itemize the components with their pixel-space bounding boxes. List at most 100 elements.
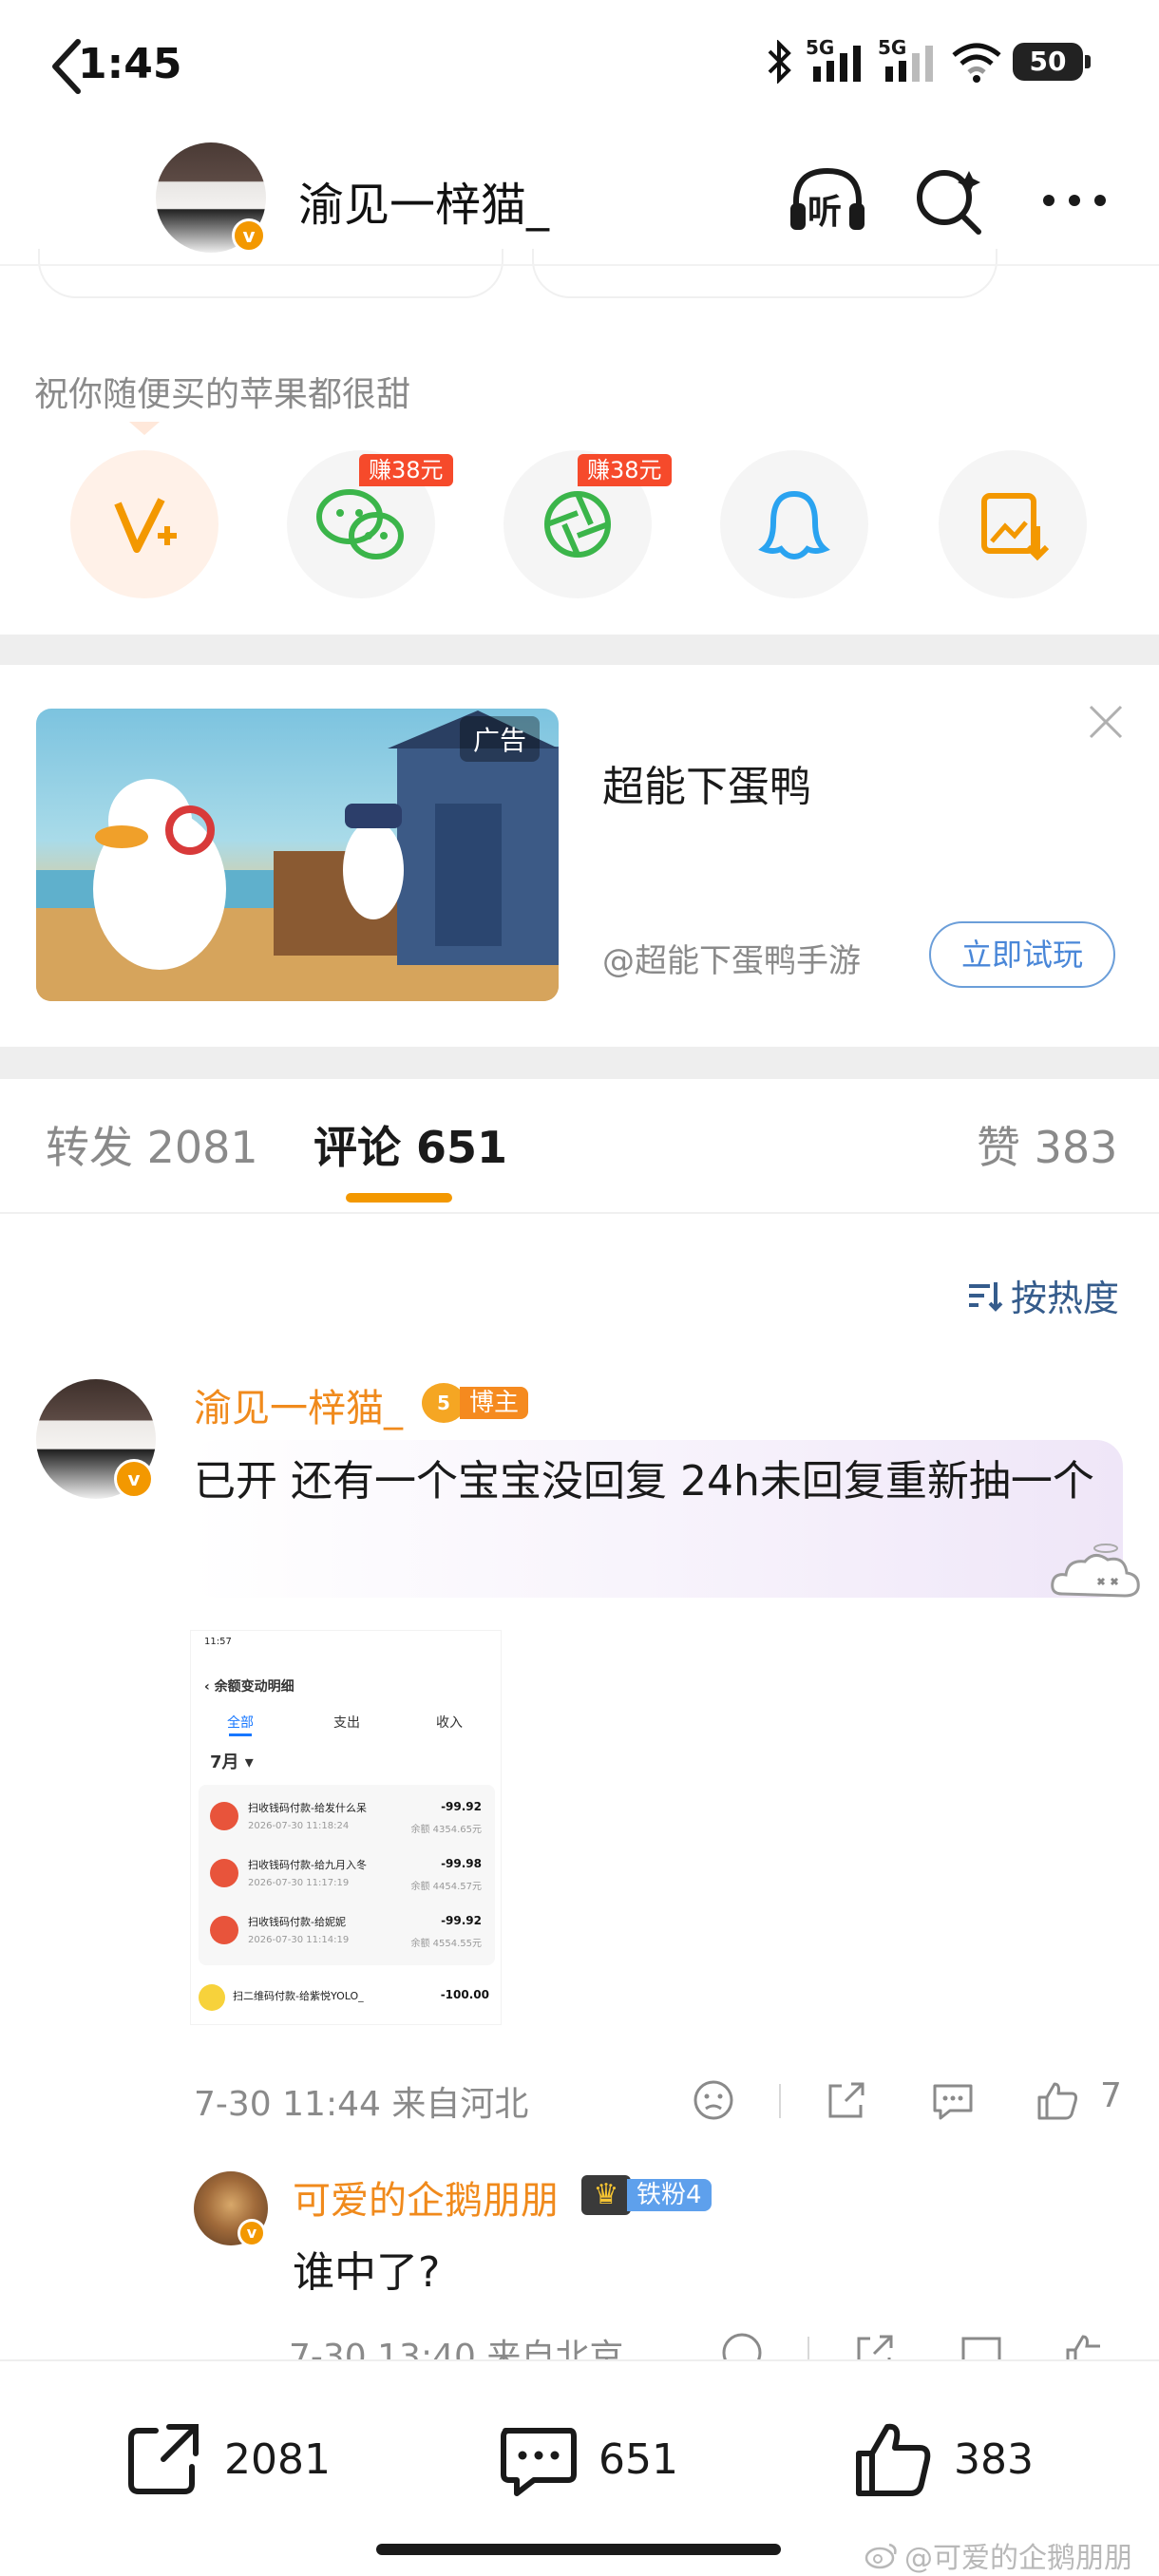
shot-row-date: 2026-07-30 11:14:19	[248, 1935, 350, 1945]
comment-author[interactable]: 渝见一梓猫_	[194, 1377, 403, 1432]
tab-likes[interactable]: 赞 383	[977, 1113, 1117, 1176]
shot-tab-indicator	[229, 1733, 252, 1736]
wechat-reward-tag: 赚38元	[359, 454, 453, 486]
reply-icon[interactable]	[929, 2076, 977, 2124]
shot-month-label: 7月	[210, 1752, 239, 1772]
tab-repost-count: 2081	[146, 1122, 258, 1173]
bottom-comment-button[interactable]: 651	[496, 2416, 678, 2502]
reply-dislike-face-icon[interactable]	[718, 2329, 766, 2359]
shot-row-title: 扫收钱码付款-给妮妮	[248, 1916, 346, 1928]
shot-row-last: 扫二维码付款-给紫悦YOLO_ -100.00	[191, 1973, 501, 2020]
verified-badge-icon: v	[232, 218, 266, 253]
weibo-logo-icon	[864, 2543, 897, 2569]
reply-author[interactable]: 可爱的企鹅朋朋	[293, 2169, 559, 2225]
watermark-text: @可爱的企鹅朋朋	[904, 2542, 1132, 2575]
wifi-icon	[952, 43, 1001, 83]
payment-icon	[210, 1859, 238, 1887]
coin-icon	[199, 1984, 225, 2011]
listen-button[interactable]: 听	[785, 158, 870, 243]
share-save-image-button[interactable]	[939, 450, 1087, 598]
shot-row: 扫收钱码付款-给九月入冬 2026-07-30 11:17:19 -99.98 …	[199, 1846, 495, 1903]
fan-badge-label: 铁粉4	[627, 2179, 712, 2211]
tab-comments-label: 评论	[314, 1122, 401, 1173]
shot-status-time: 11:57	[204, 1637, 232, 1647]
share-icon[interactable]	[823, 2076, 870, 2124]
back-arrow-icon[interactable]	[36, 28, 103, 104]
tab-comments-count: 651	[416, 1122, 508, 1173]
ad-tag: 广告	[459, 716, 540, 762]
reply-meta: 7-30 13:40 来自北京	[289, 2338, 624, 2359]
ad-title[interactable]: 超能下蛋鸭	[602, 752, 811, 813]
comment-image[interactable]: 11:57 ‹ 余额变动明细 全部 支出 收入 7月 ▾ 扫收钱码付款-给发什么…	[190, 1630, 502, 2025]
shot-transaction-list: 扫收钱码付款-给发什么呆 2026-07-30 11:18:24 -99.92 …	[199, 1785, 495, 1965]
share-message: 祝你随便买的苹果都很甜	[34, 375, 411, 414]
tabs-divider	[0, 1212, 1159, 1214]
shot-row-date: 2026-07-30 11:18:24	[248, 1821, 350, 1831]
shot-header: ‹ 余额变动明细	[204, 1679, 294, 1695]
tooltip-arrow	[129, 422, 160, 435]
section-separator-2	[0, 1047, 1159, 1079]
bottom-repost-button[interactable]: 2081	[122, 2416, 331, 2502]
save-image-icon	[981, 493, 1050, 561]
share-vplus-button[interactable]	[70, 450, 218, 598]
shot-row: 扫收钱码付款-给发什么呆 2026-07-30 11:18:24 -99.92 …	[199, 1789, 495, 1846]
bottom-repost-count: 2081	[224, 2434, 331, 2484]
shot-row: 扫收钱码付款-给妮妮 2026-07-30 11:14:19 -99.92 余额…	[199, 1903, 495, 1960]
scrolled-pill-left	[38, 249, 504, 298]
status-icons: 5G 5G 50	[764, 36, 1091, 85]
comment-text[interactable]: 已开 还有一个宝宝没回复 24h未回复重新抽一个	[194, 1448, 1115, 1516]
ad-image[interactable]: 广告	[36, 709, 559, 1001]
share-qq-button[interactable]	[720, 450, 868, 598]
shot-row-amount: -99.98	[441, 1857, 482, 1870]
nav-divider	[0, 264, 1159, 266]
tab-repost[interactable]: 转发 2081	[46, 1113, 258, 1176]
home-indicator[interactable]	[376, 2544, 781, 2555]
fan-level-badge: ♛ 铁粉4	[581, 2175, 712, 2215]
page-title[interactable]: 渝见一梓猫_	[298, 167, 549, 234]
sort-label: 按热度	[1011, 1278, 1120, 1319]
scrolled-pill-right	[532, 249, 998, 298]
repost-icon	[128, 2424, 199, 2494]
ad-try-button[interactable]: 立即试玩	[929, 921, 1115, 988]
meta-divider	[779, 2084, 781, 2118]
shot-row-amount: -99.92	[441, 1914, 482, 1927]
close-icon[interactable]	[1085, 701, 1127, 743]
sort-button[interactable]: 按热度	[965, 1269, 1119, 1321]
tab-likes-label: 赞	[977, 1122, 1020, 1173]
dislike-face-icon[interactable]	[690, 2076, 737, 2124]
like-icon[interactable]	[1034, 2076, 1081, 2124]
reply-reply-icon[interactable]	[958, 2329, 1005, 2359]
bottom-like-button[interactable]: 383	[851, 2416, 1034, 2502]
payment-icon	[210, 1802, 238, 1830]
tab-comments[interactable]: 评论 651	[314, 1113, 507, 1176]
listen-label: 听	[808, 193, 843, 232]
cloud-mascot-icon	[1051, 1544, 1140, 1598]
reply-text[interactable]: 谁中了?	[293, 2238, 440, 2299]
payment-icon	[210, 1916, 238, 1944]
shot-row-balance: 余额 4354.65元	[410, 1825, 482, 1835]
status-bar: 1:45 5G 5G 50	[0, 0, 1159, 133]
bluetooth-icon	[768, 40, 791, 84]
sort-icon	[969, 1281, 1003, 1312]
active-tab-indicator	[346, 1193, 452, 1203]
shot-row-amount: -100.00	[440, 1988, 489, 2001]
search-icon[interactable]	[906, 158, 992, 243]
reply-share-icon[interactable]	[851, 2329, 899, 2359]
battery-indicator: 50	[1013, 43, 1091, 81]
ad-source[interactable]: @超能下蛋鸭手游	[602, 935, 861, 981]
bottom-like-count: 383	[954, 2434, 1034, 2484]
reply-meta-divider	[808, 2337, 809, 2359]
watermark: @可爱的企鹅朋朋	[864, 2534, 1132, 2576]
shot-row-balance: 余额 4554.55元	[410, 1939, 482, 1949]
reply-like-icon[interactable]	[1062, 2329, 1110, 2359]
comment-meta: 7-30 11:44 来自河北	[194, 2085, 529, 2124]
shot-month: 7月 ▾	[210, 1752, 254, 1772]
qq-icon	[758, 490, 830, 560]
reply-meta-row: 7-30 13:40 来自北京	[0, 2318, 1159, 2359]
shot-row-date: 2026-07-30 11:17:19	[248, 1878, 350, 1888]
shot-row-title: 扫收钱码付款-给九月入冬	[248, 1859, 367, 1871]
moments-reward-tag: 赚38元	[578, 454, 672, 486]
cellular-signal-2-icon: 5G	[878, 36, 940, 84]
section-separator	[0, 635, 1159, 665]
more-options-icon[interactable]	[1032, 158, 1117, 243]
